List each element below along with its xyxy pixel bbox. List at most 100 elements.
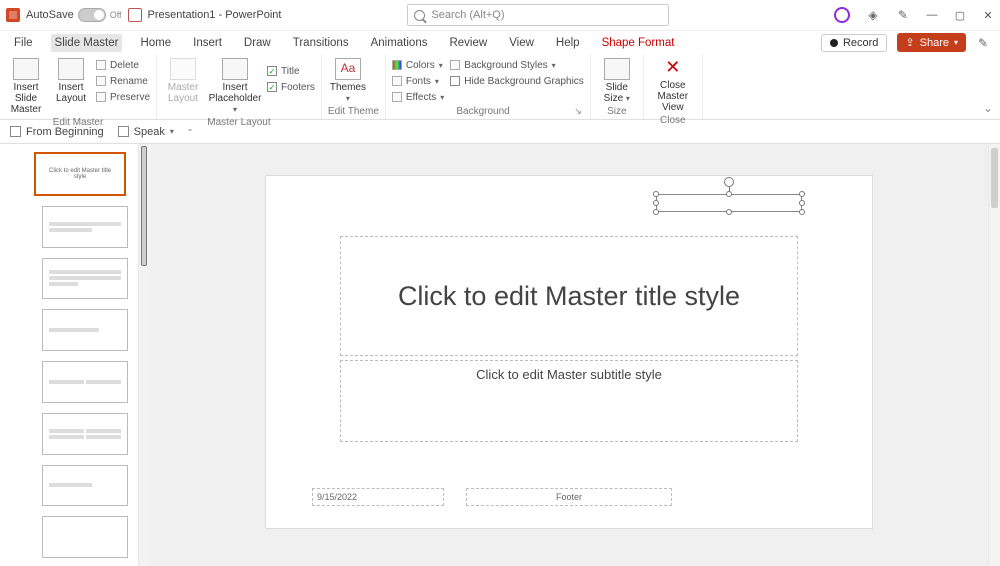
hide-bg-checkbox[interactable]: Hide Background Graphics	[450, 74, 584, 88]
resize-handle[interactable]	[653, 191, 659, 197]
comments-icon[interactable]: ✎	[976, 36, 990, 50]
menu-animations[interactable]: Animations	[367, 34, 432, 52]
resize-handle[interactable]	[653, 209, 659, 215]
footer-placeholder[interactable]: Footer	[466, 488, 672, 506]
layout-thumbnail[interactable]	[42, 206, 128, 248]
chevron-down-icon: ▾	[233, 105, 237, 114]
subtitle-placeholder[interactable]: Click to edit Master subtitle style	[340, 360, 798, 442]
close-master-view-button[interactable]: ✕ Close Master View	[650, 58, 696, 113]
menu-home[interactable]: Home	[136, 34, 175, 52]
slide-size-icon	[604, 58, 630, 80]
dialog-launcher-icon[interactable]: ↘	[574, 106, 582, 117]
menu-slide-master[interactable]: Slide Master	[51, 34, 123, 52]
resize-handle[interactable]	[653, 200, 659, 206]
thumbnail-list[interactable]: Click to edit Master title style	[0, 144, 138, 566]
insert-placeholder-button[interactable]: Insert Placeholder ▾	[209, 58, 261, 115]
date-text: 9/15/2022	[317, 492, 357, 502]
toggle-icon[interactable]	[78, 8, 106, 22]
layout-thumbnail[interactable]	[42, 413, 128, 455]
delete-button[interactable]: Delete	[96, 58, 150, 72]
bg-styles-label: Background Styles	[464, 60, 547, 71]
hide-bg-label: Hide Background Graphics	[464, 76, 584, 87]
scrollbar-handle[interactable]	[141, 146, 147, 266]
bg-right-col: Background Styles ▾ Hide Background Graph…	[450, 58, 584, 88]
effects-button[interactable]: Effects▾	[392, 90, 444, 104]
themes-label: Themes▾	[330, 82, 366, 104]
minimize-button[interactable]: —	[926, 9, 938, 21]
slide-master-canvas[interactable]: Click to edit Master title style Click t…	[266, 176, 872, 528]
save-icon[interactable]	[128, 8, 142, 22]
ribbon-group-close: ✕ Close Master View Close	[644, 54, 703, 119]
account-icon[interactable]	[834, 7, 850, 23]
themes-button[interactable]: Aa Themes▾	[328, 58, 368, 104]
title-placeholder[interactable]: Click to edit Master title style	[340, 236, 798, 356]
diamond-icon[interactable]: ◈	[866, 8, 880, 22]
layout-thumbnail[interactable]	[42, 361, 128, 403]
layout-checkbox-group: ✓Title ✓Footers	[267, 58, 315, 94]
thumbnail-scrollbar[interactable]	[138, 144, 150, 566]
speak-icon	[118, 126, 129, 137]
insert-slide-master-button[interactable]: Insert Slide Master	[6, 58, 46, 115]
menu-file[interactable]: File	[10, 34, 37, 52]
menu-review[interactable]: Review	[445, 34, 491, 52]
bg-left-col: Colors▾ Fonts▾ Effects▾	[392, 58, 444, 104]
close-window-button[interactable]: ✕	[982, 9, 994, 21]
menu-draw[interactable]: Draw	[240, 34, 275, 52]
autosave-toggle[interactable]: AutoSave Off	[26, 8, 122, 22]
record-button[interactable]: Record	[821, 34, 887, 52]
from-beginning-button[interactable]: From Beginning	[10, 126, 104, 138]
chevron-down-icon: ▾	[552, 61, 556, 70]
checkbox-icon	[450, 76, 460, 86]
thumbnail-panel: Click to edit Master title style	[0, 144, 150, 566]
overflow-icon[interactable]: ⁼	[188, 127, 192, 136]
slide-master-icon	[13, 58, 39, 80]
selected-shape[interactable]	[656, 194, 802, 212]
layout-thumbnail[interactable]	[42, 465, 128, 507]
chevron-down-icon: ▾	[954, 38, 958, 47]
resize-handle[interactable]	[799, 209, 805, 215]
slide-canvas-area[interactable]: Click to edit Master title style Click t…	[150, 144, 1000, 566]
share-button[interactable]: ⇪ Share ▾	[897, 33, 966, 52]
menu-help[interactable]: Help	[552, 34, 584, 52]
menu-view[interactable]: View	[505, 34, 538, 52]
title-placeholder-text: Click to edit Master title style	[398, 281, 740, 312]
ribbon-group-background: Colors▾ Fonts▾ Effects▾ Background Style…	[386, 54, 591, 119]
resize-handle[interactable]	[726, 209, 732, 215]
footers-checkbox[interactable]: ✓Footers	[267, 80, 315, 94]
colors-label: Colors	[406, 60, 435, 71]
speak-button[interactable]: Speak ▾	[118, 126, 174, 138]
scrollbar-handle[interactable]	[991, 148, 998, 208]
layout-thumbnail[interactable]	[42, 516, 128, 558]
menu-transitions[interactable]: Transitions	[289, 34, 353, 52]
ribbon-group-master-layout: Master Layout Insert Placeholder ▾ ✓Titl…	[157, 54, 322, 119]
master-thumbnail[interactable]: Click to edit Master title style	[34, 152, 126, 196]
preserve-button[interactable]: Preserve	[96, 90, 150, 104]
slide-size-button[interactable]: Slide Size ▾	[597, 58, 637, 104]
group-label-close: Close	[650, 113, 696, 128]
date-placeholder[interactable]: 9/15/2022	[312, 488, 444, 506]
canvas-scrollbar[interactable]	[988, 144, 1000, 566]
pen-icon[interactable]: ✎	[896, 8, 910, 22]
fonts-button[interactable]: Fonts▾	[392, 74, 444, 88]
group-label-master-layout: Master Layout	[163, 115, 315, 130]
rename-button[interactable]: Rename	[96, 74, 150, 88]
insert-layout-button[interactable]: Insert Layout	[52, 58, 90, 104]
group-label-edit-theme: Edit Theme	[328, 104, 379, 119]
menu-shape-format[interactable]: Shape Format	[598, 34, 679, 52]
background-styles-button[interactable]: Background Styles ▾	[450, 58, 584, 72]
resize-handle[interactable]	[799, 191, 805, 197]
document-title: Presentation1 - PowerPoint	[148, 9, 282, 21]
title-checkbox[interactable]: ✓Title	[267, 64, 315, 78]
chevron-down-icon: ▾	[435, 77, 439, 86]
collapse-ribbon-button[interactable]: ⌄	[976, 54, 1000, 119]
search-input[interactable]: Search (Alt+Q)	[407, 4, 669, 26]
resize-handle[interactable]	[726, 191, 732, 197]
checkbox-checked-icon: ✓	[267, 82, 277, 92]
menu-insert[interactable]: Insert	[189, 34, 226, 52]
layout-thumbnail[interactable]	[42, 258, 128, 300]
resize-handle[interactable]	[799, 200, 805, 206]
colors-button[interactable]: Colors▾	[392, 58, 444, 72]
layout-thumbnail[interactable]	[42, 309, 128, 351]
rotate-handle[interactable]	[724, 177, 734, 187]
maximize-button[interactable]: ▢	[954, 9, 966, 21]
